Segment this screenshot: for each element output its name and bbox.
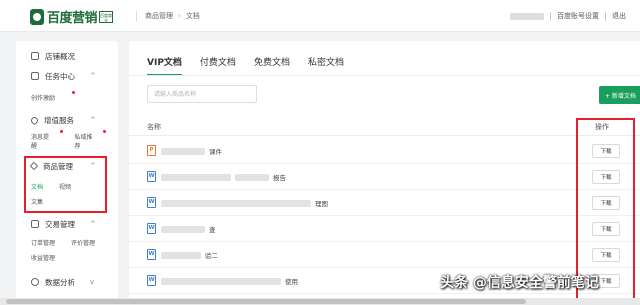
logo[interactable]: 百度营销 百度商业 bbox=[30, 7, 114, 26]
document-name-suffix: 报告 bbox=[273, 174, 286, 182]
word-file-icon: W bbox=[147, 197, 156, 208]
sidebar-sub-label: 私域推荐 bbox=[74, 133, 93, 150]
document-name[interactable]: 验二 bbox=[161, 250, 218, 260]
sidebar-sub-income-management[interactable]: 收益管理 bbox=[31, 253, 55, 262]
watermark-text: 头条 @信息安全警前笔记 bbox=[440, 275, 599, 291]
sidebar-sub-creation-incentive[interactable]: 创作激励 bbox=[31, 91, 76, 102]
table-row: W 理图 下载 bbox=[129, 190, 640, 216]
sidebar-item-label: 增值服务 bbox=[44, 115, 74, 125]
chevron-up-icon: ^ bbox=[90, 72, 96, 80]
sidebar-sub-label: 消息提醒 bbox=[31, 133, 50, 150]
document-name[interactable]: 使用 bbox=[161, 276, 298, 286]
redacted-text bbox=[161, 225, 205, 233]
redacted-text bbox=[235, 173, 269, 181]
redacted-text bbox=[161, 251, 201, 259]
document-name[interactable]: 报告 bbox=[161, 172, 286, 182]
document-name-suffix: 课件 bbox=[209, 148, 222, 156]
sidebar: 店铺概况 任务中心 ^ 创作激励 增值服务 ^ 消息提醒 私域推荐 商品管理 ^ 文档… bbox=[16, 41, 118, 305]
logo-icon bbox=[30, 8, 44, 25]
logo-text: 百度营销 bbox=[47, 11, 98, 26]
sidebar-sub-review-management[interactable]: 评价管理 bbox=[71, 238, 95, 247]
chevron-up-icon: ^ bbox=[90, 116, 96, 124]
redacted-text bbox=[161, 147, 205, 155]
sidebar-item-data-analysis[interactable]: 数据分析 v bbox=[16, 275, 118, 289]
table-row: W 验二 下载 bbox=[129, 242, 640, 268]
scrollbar-thumb[interactable] bbox=[6, 299, 526, 304]
document-name-suffix: 理图 bbox=[315, 200, 328, 208]
breadcrumb-item-goods[interactable]: 商品管理 bbox=[145, 11, 173, 22]
tab-private-doc[interactable]: 私密文档 bbox=[308, 55, 344, 76]
divider bbox=[550, 11, 551, 21]
top-right-menu: 百度账号设置 退出 bbox=[510, 11, 626, 21]
divider bbox=[605, 11, 606, 21]
breadcrumb: 商品管理 › 文档 bbox=[136, 11, 200, 22]
tab-divider bbox=[129, 75, 640, 76]
sidebar-group-trade: 交易管理 ^ 订单管理 评价管理 收益管理 bbox=[16, 217, 118, 264]
tab-paid-doc[interactable]: 付费文档 bbox=[200, 55, 236, 76]
tab-vip-doc[interactable]: VIP文档 bbox=[147, 55, 182, 76]
doc-tabs: VIP文档 付费文档 免费文档 私密文档 bbox=[147, 55, 344, 76]
word-file-icon: W bbox=[147, 171, 156, 182]
ppt-file-icon: P bbox=[147, 145, 156, 156]
breadcrumb-item-doc: 文档 bbox=[185, 12, 200, 20]
red-dot bbox=[59, 129, 63, 133]
search-input[interactable] bbox=[147, 85, 257, 103]
store-icon bbox=[31, 52, 39, 60]
document-name-suffix: 验二 bbox=[205, 252, 218, 260]
heart-icon bbox=[29, 115, 40, 125]
sidebar-sub-order-management[interactable]: 订单管理 bbox=[31, 238, 55, 247]
sidebar-item-trade-management[interactable]: 交易管理 ^ bbox=[16, 217, 118, 231]
document-name-suffix: 使用 bbox=[285, 278, 298, 286]
user-name[interactable] bbox=[510, 12, 544, 20]
table-row: P 课件 下载 bbox=[129, 138, 640, 164]
red-dot bbox=[72, 91, 76, 94]
redacted-text bbox=[161, 277, 281, 285]
horizontal-scrollbar[interactable] bbox=[0, 298, 640, 305]
tab-free-doc[interactable]: 免费文档 bbox=[254, 55, 290, 76]
sidebar-sub-message-reminder[interactable]: 消息提醒 bbox=[31, 129, 63, 150]
highlight-box-goods bbox=[24, 156, 107, 213]
document-name[interactable]: 课件 bbox=[161, 146, 222, 156]
word-file-icon: W bbox=[147, 223, 156, 234]
redacted-text bbox=[161, 199, 311, 207]
account-settings-link[interactable]: 百度账号设置 bbox=[557, 11, 599, 21]
red-dot bbox=[103, 129, 106, 133]
sidebar-item-label: 交易管理 bbox=[45, 219, 75, 229]
sidebar-item-label: 店铺概况 bbox=[45, 51, 75, 61]
sidebar-item-label: 任务中心 bbox=[45, 71, 75, 81]
sidebar-item-task-center[interactable]: 任务中心 ^ bbox=[16, 69, 118, 83]
header-divider bbox=[129, 135, 640, 136]
sidebar-item-value-service[interactable]: 增值服务 ^ bbox=[16, 113, 118, 127]
document-name-suffix: 查 bbox=[209, 226, 216, 234]
sidebar-sub-label: 创作激励 bbox=[31, 95, 56, 102]
sidebar-group-task: 任务中心 ^ 创作激励 bbox=[16, 69, 118, 104]
sidebar-group-value: 增值服务 ^ 消息提醒 私域推荐 bbox=[16, 113, 118, 150]
table-row: W 报告 下载 bbox=[129, 164, 640, 190]
chart-icon bbox=[31, 278, 39, 286]
column-header-name: 名称 bbox=[147, 123, 161, 131]
main-panel: VIP文档 付费文档 免费文档 私密文档 + 新增文档 名称 操作 P 课件 下… bbox=[129, 41, 640, 305]
logo-badge: 百度商业 bbox=[99, 10, 114, 23]
word-file-icon: W bbox=[147, 249, 156, 260]
chevron-up-icon: ^ bbox=[90, 220, 96, 228]
document-name[interactable]: 查 bbox=[161, 224, 216, 234]
top-bar: 百度营销 百度商业 商品管理 › 文档 百度账号设置 退出 bbox=[0, 0, 640, 32]
wallet-icon bbox=[31, 220, 39, 228]
sidebar-item-label: 数据分析 bbox=[45, 277, 75, 287]
redacted-text bbox=[161, 173, 231, 181]
word-file-icon: W bbox=[147, 275, 156, 286]
chevron-down-icon: v bbox=[90, 278, 95, 286]
document-name[interactable]: 理图 bbox=[161, 198, 328, 208]
sidebar-item-store-overview[interactable]: 店铺概况 bbox=[16, 49, 118, 63]
add-document-button[interactable]: + 新增文档 bbox=[599, 86, 640, 104]
sidebar-sub-private-recommend[interactable]: 私域推荐 bbox=[74, 129, 106, 150]
logout-link[interactable]: 退出 bbox=[612, 11, 626, 21]
table-row: W 查 下载 bbox=[129, 216, 640, 242]
chevron-right-icon: › bbox=[178, 12, 181, 20]
list-icon bbox=[31, 72, 39, 80]
